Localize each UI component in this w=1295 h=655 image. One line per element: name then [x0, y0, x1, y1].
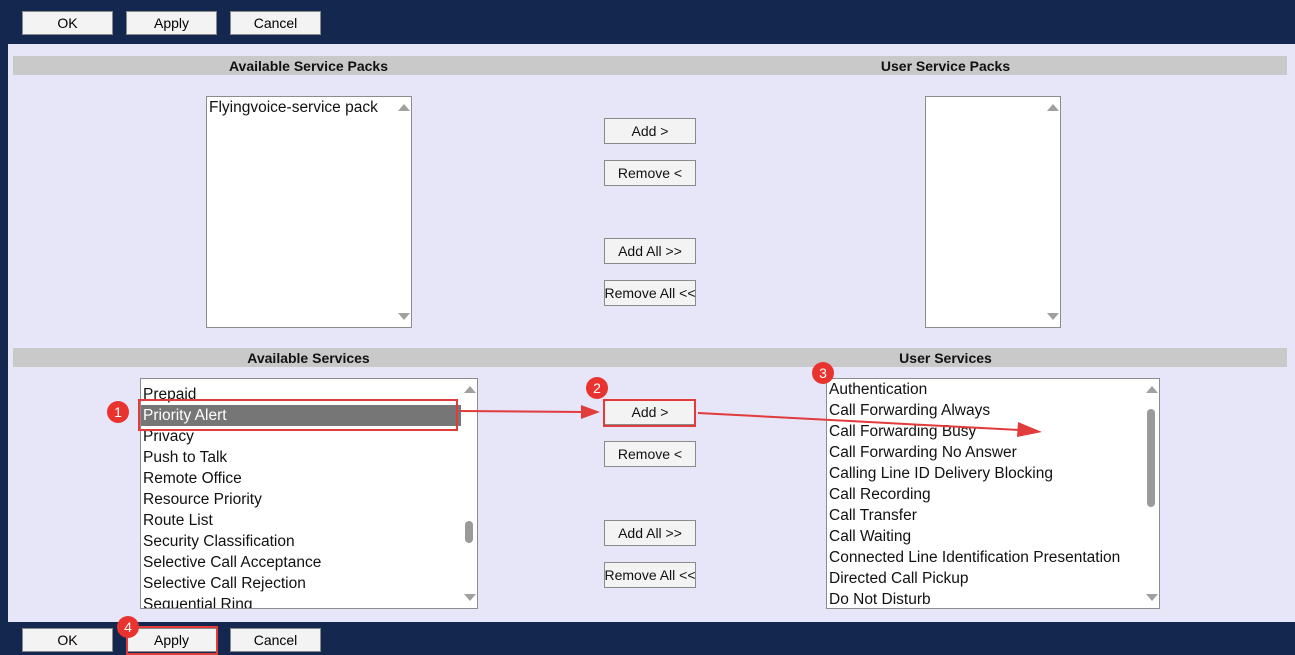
list-item[interactable]: Calling Line ID Delivery Blocking	[827, 463, 1143, 484]
scrollbar[interactable]	[1143, 379, 1159, 608]
list-item[interactable]: Remote Office	[141, 468, 461, 489]
list-item[interactable]: Flyingvoice-service pack	[207, 97, 395, 118]
cancel-button-bottom[interactable]: Cancel	[230, 628, 321, 652]
step-1-badge: 1	[107, 401, 129, 423]
list-item[interactable]: Resource Priority	[141, 489, 461, 510]
available-service-packs-header: Available Service Packs	[13, 56, 604, 75]
list-item[interactable]: Route List	[141, 510, 461, 531]
scroll-thumb[interactable]	[465, 521, 473, 543]
scroll-down-arrow-icon[interactable]	[464, 594, 476, 601]
step-4-badge: 4	[117, 616, 139, 638]
list-item[interactable]: Call Recording	[827, 484, 1143, 505]
ok-button-top[interactable]: OK	[22, 11, 113, 35]
main-panel: Available Service Packs User Service Pac…	[8, 44, 1295, 622]
list-item[interactable]: Do Not Disturb	[827, 589, 1143, 608]
apply-button-top[interactable]: Apply	[126, 11, 217, 35]
add-all-services-button[interactable]: Add All >>	[604, 520, 696, 546]
list-item[interactable]: Connected Line Identification Presentati…	[827, 547, 1143, 568]
scroll-down-arrow-icon[interactable]	[398, 313, 410, 320]
list-item[interactable]: Call Waiting	[827, 526, 1143, 547]
list-item[interactable]: Sequential Ring	[141, 594, 461, 608]
list-item[interactable]: Selective Call Rejection	[141, 573, 461, 594]
scroll-up-arrow-icon[interactable]	[398, 104, 410, 111]
remove-service-button[interactable]: Remove <	[604, 441, 696, 467]
available-service-packs-items: Flyingvoice-service pack	[207, 97, 395, 118]
add-pack-button[interactable]: Add >	[604, 118, 696, 144]
user-service-packs-header: User Service Packs	[604, 56, 1287, 75]
scroll-down-arrow-icon[interactable]	[1146, 594, 1158, 601]
list-item[interactable]: Call Transfer	[827, 505, 1143, 526]
scroll-down-arrow-icon[interactable]	[1047, 313, 1059, 320]
list-item[interactable]: Call Forwarding No Answer	[827, 442, 1143, 463]
remove-all-packs-button[interactable]: Remove All <<	[604, 280, 696, 306]
list-item[interactable]: Push to Talk	[141, 447, 461, 468]
remove-pack-button[interactable]: Remove <	[604, 160, 696, 186]
scroll-up-arrow-icon[interactable]	[1146, 386, 1158, 393]
scrollbar[interactable]	[1044, 97, 1060, 327]
scroll-thumb[interactable]	[1147, 409, 1155, 507]
remove-all-services-button[interactable]: Remove All <<	[604, 562, 696, 588]
highlight-priority-alert	[138, 399, 458, 431]
available-services-header: Available Services	[13, 348, 604, 367]
list-item[interactable]: Directed Call Pickup	[827, 568, 1143, 589]
step-2-badge: 2	[586, 377, 608, 399]
user-services-items: Authentication Call Forwarding Always Call…	[827, 379, 1143, 608]
available-service-packs-list[interactable]: Flyingvoice-service pack	[206, 96, 412, 328]
cancel-button-top[interactable]: Cancel	[230, 11, 321, 35]
scroll-up-arrow-icon[interactable]	[464, 386, 476, 393]
user-services-list[interactable]: Authentication Call Forwarding Always Call…	[826, 378, 1160, 609]
ok-button-bottom[interactable]: OK	[22, 628, 113, 652]
user-service-packs-list[interactable]	[925, 96, 1061, 328]
step-3-badge: 3	[812, 362, 834, 384]
scrollbar[interactable]	[461, 379, 477, 608]
list-item[interactable]: Selective Call Acceptance	[141, 552, 461, 573]
list-item[interactable]: Call Forwarding Always	[827, 400, 1143, 421]
scroll-up-arrow-icon[interactable]	[1047, 104, 1059, 111]
list-item[interactable]: Security Classification	[141, 531, 461, 552]
scrollbar[interactable]	[395, 97, 411, 327]
list-item[interactable]: Authentication	[827, 379, 1143, 400]
list-item[interactable]: Call Forwarding Busy	[827, 421, 1143, 442]
user-services-header: User Services	[604, 348, 1287, 367]
highlight-add-button	[603, 399, 696, 427]
add-all-packs-button[interactable]: Add All >>	[604, 238, 696, 264]
top-toolbar: OK Apply Cancel	[0, 0, 1295, 44]
highlight-apply-button	[126, 626, 218, 655]
